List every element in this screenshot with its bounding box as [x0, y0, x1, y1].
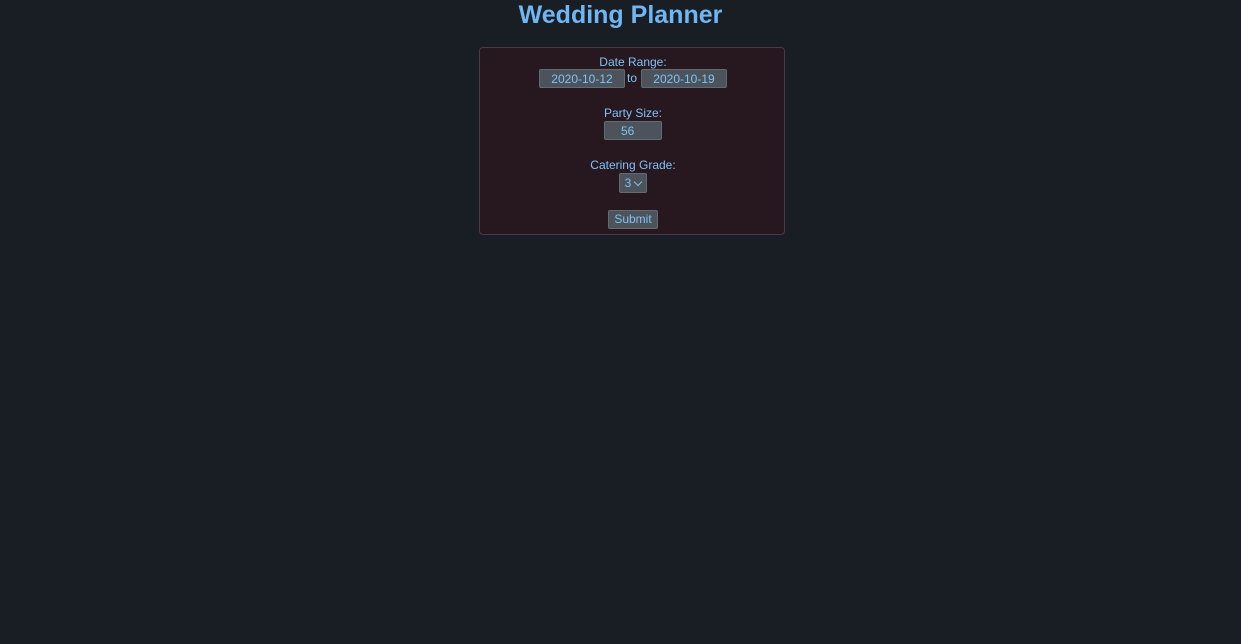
party-size-label: Party Size:	[603, 106, 663, 120]
party-size-input[interactable]	[604, 121, 662, 140]
page: Wedding Planner Date Range: to Party Siz…	[0, 0, 1241, 644]
date-range-label: Date Range:	[599, 55, 667, 69]
planner-form: Date Range: to Party Size: Catering Grad…	[479, 47, 785, 235]
catering-grade-select[interactable]: 3	[619, 173, 647, 193]
start-date-input[interactable]	[539, 69, 625, 88]
catering-grade-value: 3	[624, 175, 632, 190]
catering-grade-label: Catering Grade:	[590, 158, 676, 172]
page-title: Wedding Planner	[518, 1, 723, 29]
submit-button[interactable]: Submit	[608, 210, 658, 229]
chevron-down-icon	[634, 177, 643, 186]
end-date-input[interactable]	[641, 69, 727, 88]
date-range-separator: to	[627, 71, 638, 85]
